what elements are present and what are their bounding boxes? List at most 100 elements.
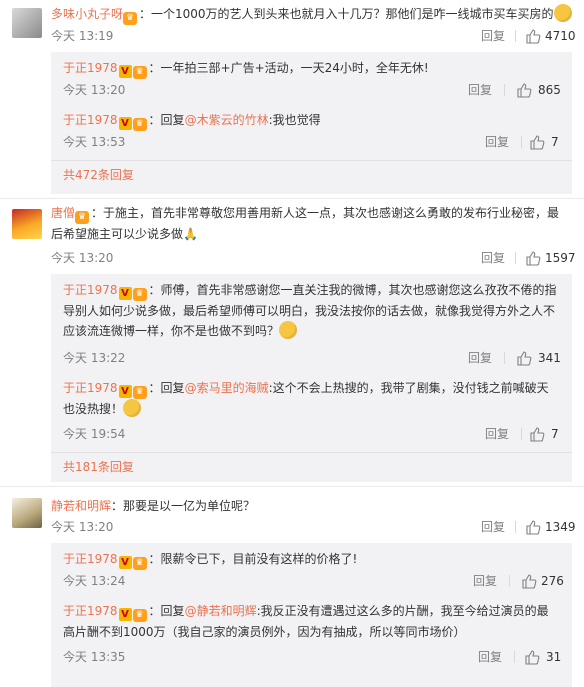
like-count: 276 xyxy=(541,574,564,588)
divider xyxy=(521,428,522,440)
reply-text: :我反正没有遭遇过这么多的片酬，我至今给过演员的最 xyxy=(256,604,549,618)
verified-v-icon: V xyxy=(118,608,132,621)
pray-emoji-icon: 🙏 xyxy=(183,227,198,241)
reply-meta: 今天 13:35 回复 31 xyxy=(63,647,572,667)
thinking-emoji-icon xyxy=(123,399,142,417)
thumbs-up-icon[interactable] xyxy=(524,649,540,665)
divider xyxy=(504,352,505,364)
reply-username[interactable]: 于正1978 xyxy=(63,283,118,297)
smile-emoji-icon xyxy=(553,4,572,22)
reply-text: :我也觉得 xyxy=(268,113,321,127)
divider xyxy=(504,84,505,96)
thumbs-up-icon[interactable] xyxy=(529,134,545,150)
replies-box: 于正1978 V ♛ ：师傅，首先非常感谢您一直关注我的微博，其次也感谢您这么孜孜不倦… xyxy=(51,274,572,482)
divider xyxy=(515,521,516,533)
reply-time: 今天 13:53 xyxy=(63,135,126,149)
crown-badge-icon: ♛ xyxy=(132,288,147,301)
reply-button[interactable]: 回复 xyxy=(468,348,492,368)
reply-username[interactable]: 于正1978 xyxy=(63,381,118,395)
crown-badge-icon: ♛ xyxy=(132,66,147,79)
reply-body: 于正1978 V ♛ ：回复@索马里的海贼:这个不会上热搜的，我带了剧集，没付钱之前喊… xyxy=(63,378,562,399)
like-count: 7 xyxy=(551,427,559,441)
comment-username[interactable]: 静若和明辉 xyxy=(51,499,111,513)
reply-text: :这个不会上热搜的，我带了剧集，没付钱之前喊破天 xyxy=(268,381,549,395)
reply-body: 于正1978 V ♛ ：限薪令已下，目前没有这样的价格了! xyxy=(63,549,562,570)
reply-time: 今天 13:35 xyxy=(63,650,126,664)
reply-body: 于正1978 V ♛ ：一年拍三部+广告+活动，一天24小时，全年无休! xyxy=(63,58,562,79)
more-replies-link[interactable]: 共181条回复 xyxy=(63,458,134,476)
reply-meta: 今天 13:20 回复 865 xyxy=(63,80,572,100)
comment-time: 今天 13:20 xyxy=(51,251,114,265)
thinking-emoji-icon xyxy=(279,321,298,339)
divider xyxy=(515,30,516,42)
reply-meta: 今天 13:53 回复 7 xyxy=(63,132,572,152)
reply-text: 高片酬不到1000万（我自己家的演员例外，因为有抽成，所以等同市场价） xyxy=(63,625,466,639)
reply-body: 应该流连微博一样，你不是也做不到吗？ xyxy=(63,321,562,341)
thumbs-up-icon[interactable] xyxy=(525,519,541,535)
divider xyxy=(521,136,522,148)
reply-username[interactable]: 于正1978 xyxy=(63,604,118,618)
avatar[interactable] xyxy=(12,498,42,528)
reply-meta: 今天 13:24 回复 276 xyxy=(63,571,572,591)
comment-username[interactable]: 唐僧 xyxy=(51,206,75,220)
reply-prefix: ：回复 xyxy=(148,381,185,395)
comment-text: ：那要是以一亿为单位呢？ xyxy=(111,499,256,513)
like-count: 7 xyxy=(551,135,559,149)
reply-button[interactable]: 回复 xyxy=(485,424,509,444)
replies-box: 于正1978 V ♛ ：限薪令已下，目前没有这样的价格了! 今天 13:24 回复 2… xyxy=(51,543,572,687)
reply-body: 于正1978 V ♛ ：师傅，首先非常感谢您一直关注我的微博，其次也感谢您这么孜孜不倦… xyxy=(63,280,562,301)
reply-button[interactable]: 回复 xyxy=(468,80,492,100)
avatar[interactable] xyxy=(12,8,42,38)
thumbs-up-icon[interactable] xyxy=(529,426,545,442)
reply-text: 也没热搜！ xyxy=(63,402,124,416)
divider xyxy=(514,651,515,663)
mention-link[interactable]: @索马里的海贼 xyxy=(185,381,269,395)
mention-link[interactable]: @静若和明辉 xyxy=(185,604,257,618)
comment-username[interactable]: 多味小丸子呀 xyxy=(51,7,123,21)
like-count: 865 xyxy=(538,83,561,97)
thumbs-up-icon[interactable] xyxy=(516,82,532,98)
comment-text: 后希望施主可以少说多做 xyxy=(51,227,184,241)
crown-badge-icon: ♛ xyxy=(75,211,90,224)
comment-body: 静若和明辉：那要是以一亿为单位呢？ xyxy=(51,496,574,516)
thumbs-up-icon[interactable] xyxy=(521,573,537,589)
comment-body: 多味小丸子呀 ♛ ：一个1000万的艺人到头来也就月入十几万？那他们是咋一线城市买车… xyxy=(51,4,574,25)
avatar[interactable] xyxy=(12,209,42,239)
reply-username[interactable]: 于正1978 xyxy=(63,113,118,127)
divider xyxy=(509,575,510,587)
reply-body: 导别人如何少说多做，最后希望师傅可以明白，我没法按你的话去做，就像我觉得方外之人… xyxy=(63,301,562,321)
comment-meta: 今天 13:19 回复 4710 xyxy=(51,26,576,46)
reply-button[interactable]: 回复 xyxy=(481,26,505,46)
reply-text: ：一年拍三部+广告+活动，一天24小时，全年无休! xyxy=(148,61,429,75)
reply-username[interactable]: 于正1978 xyxy=(63,61,118,75)
divider xyxy=(515,252,516,264)
thumbs-up-icon[interactable] xyxy=(525,28,541,44)
mention-link[interactable]: @木紫云的竹林 xyxy=(185,113,269,127)
comment-body: 唐僧 ♛ ：于施主，首先非常尊敬您用善用新人这一点，其次也感谢这么勇敢的发布行业秘密… xyxy=(51,203,574,224)
divider xyxy=(51,452,572,453)
thumbs-up-icon[interactable] xyxy=(516,350,532,366)
reply-body: 高片酬不到1000万（我自己家的演员例外，因为有抽成，所以等同市场价） xyxy=(63,622,562,642)
reply-button[interactable]: 回复 xyxy=(485,132,509,152)
comment-text: ：一个1000万的艺人到头来也就月入十几万？那他们是咋一线城市买车买房的 xyxy=(139,7,554,21)
comment-body: 后希望施主可以少说多做🙏 xyxy=(51,224,574,244)
reply-button[interactable]: 回复 xyxy=(481,517,505,537)
reply-body: 于正1978 V ♛ ：回复@静若和明辉:我反正没有遭遇过这么多的片酬，我至今给过演员… xyxy=(63,601,562,622)
crown-badge-icon: ♛ xyxy=(132,118,147,131)
comment-time: 今天 13:19 xyxy=(51,29,114,43)
reply-prefix: ：回复 xyxy=(148,604,185,618)
reply-username[interactable]: 于正1978 xyxy=(63,552,118,566)
thumbs-up-icon[interactable] xyxy=(525,250,541,266)
crown-badge-icon: ♛ xyxy=(132,557,147,570)
reply-meta: 今天 13:22 回复 341 xyxy=(63,348,572,368)
verified-v-icon: V xyxy=(118,385,132,398)
reply-button[interactable]: 回复 xyxy=(478,647,502,667)
reply-text: ：师傅，首先非常感谢您一直关注我的微博，其次也感谢您这么孜孜不倦的指 xyxy=(148,283,557,297)
reply-button[interactable]: 回复 xyxy=(473,571,497,591)
comment-meta: 今天 13:20 回复 1597 xyxy=(51,248,576,268)
reply-button[interactable]: 回复 xyxy=(481,248,505,268)
crown-badge-icon: ♛ xyxy=(132,609,147,622)
crown-badge-icon: ♛ xyxy=(123,12,138,25)
more-replies-link[interactable]: 共472条回复 xyxy=(63,166,134,184)
reply-time: 今天 13:24 xyxy=(63,574,126,588)
